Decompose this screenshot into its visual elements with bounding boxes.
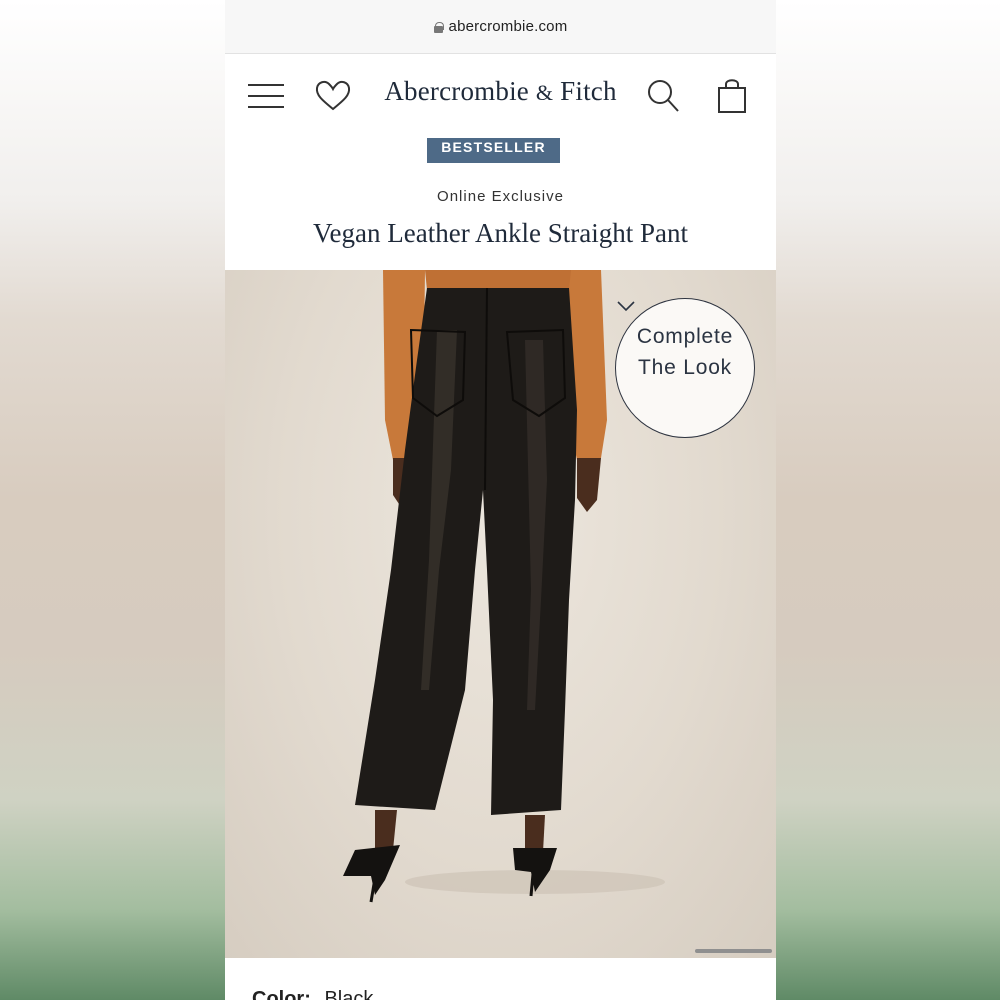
complete-the-look-button[interactable]: Complete The Look — [615, 298, 755, 438]
shopping-bag-icon[interactable] — [713, 76, 753, 116]
site-header: Abercrombie & Fitch — [225, 54, 776, 138]
brand-word-2: Fitch — [560, 76, 617, 106]
complete-look-line-2: The Look — [638, 356, 732, 379]
color-row: Color: Black — [252, 988, 373, 1000]
image-scroll-indicator[interactable] — [695, 949, 772, 953]
brand-word-1: Abercrombie — [384, 76, 529, 106]
product-tagline: Online Exclusive — [437, 188, 564, 205]
product-options: Color: Black — [225, 958, 776, 1000]
color-value: Black — [324, 988, 374, 1000]
badge-row: BESTSELLER — [225, 130, 776, 188]
complete-look-line-1: Complete — [636, 325, 734, 348]
background-right — [776, 0, 1000, 1000]
brand-logo[interactable]: Abercrombie & Fitch — [225, 76, 776, 107]
phone-screen: abercrombie.com Abercrombie & Fitch BEST… — [225, 0, 776, 1000]
chevron-down-icon — [616, 301, 754, 407]
url-text: abercrombie.com — [448, 18, 568, 35]
background-left — [0, 0, 225, 1000]
search-icon[interactable] — [643, 76, 683, 116]
color-label: Color: — [252, 988, 311, 1000]
lock-icon — [433, 22, 444, 33]
product-image[interactable]: Complete The Look — [225, 270, 776, 958]
product-title: Vegan Leather Ankle Straight Pant — [313, 218, 688, 248]
brand-ampersand: & — [535, 80, 554, 105]
address-bar[interactable]: abercrombie.com — [225, 0, 776, 54]
